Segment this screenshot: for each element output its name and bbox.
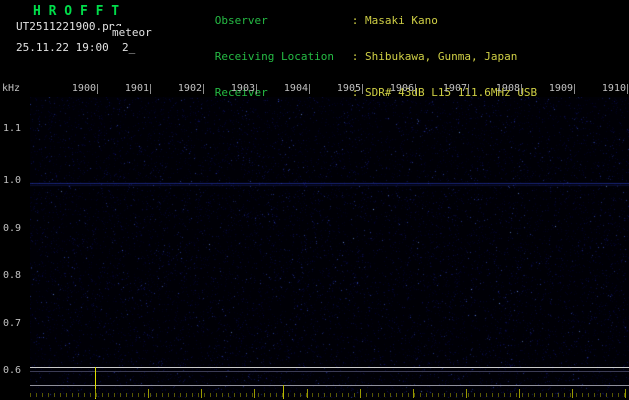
- spectrogram-canvas: [30, 97, 629, 398]
- level-strip-lower-line: [30, 385, 629, 386]
- hrofft-screen: H R O F F T UT2511221900.png meteor 25.1…: [0, 0, 629, 400]
- level-strip-inner-line: [30, 371, 629, 372]
- info-row-observer: Observer: Masaki Kano: [175, 3, 570, 39]
- x-tick-mark: [97, 84, 98, 94]
- datetime-label: 25.11.22 19:00: [16, 41, 109, 54]
- mode-label: meteor: [111, 26, 152, 39]
- y-axis-unit: kHz: [2, 83, 20, 94]
- filename-label: UT2511221900.png: [16, 20, 122, 33]
- y-tick-label: 0.7: [3, 318, 29, 329]
- x-tick-label: 1900: [66, 83, 96, 94]
- app-title: H R O F F T: [33, 4, 119, 19]
- bottom-dash-ticks: [30, 393, 629, 397]
- y-tick-label: 1.0: [3, 175, 29, 186]
- x-tick-label: 1901: [119, 83, 149, 94]
- x-tick-mark: [627, 84, 628, 94]
- info-label: Observer: [215, 15, 352, 27]
- y-tick-label: 0.8: [3, 270, 29, 281]
- counter-label: 2_: [122, 41, 135, 54]
- x-tick-label: 1910: [596, 83, 626, 94]
- y-tick-label: 0.9: [3, 223, 29, 234]
- x-tick-mark: [150, 84, 151, 94]
- info-label: Receiving Location: [215, 51, 352, 63]
- info-value: : Shibukawa, Gunma, Japan: [352, 50, 518, 63]
- x-tick-mark: [574, 84, 575, 94]
- y-tick-label: 1.1: [3, 123, 29, 134]
- level-strip-top-line: [30, 367, 629, 368]
- y-tick-label: 0.6: [3, 365, 29, 376]
- info-value: : Masaki Kano: [352, 14, 438, 27]
- info-row-location: Receiving Location: Shibukawa, Gunma, Ja…: [175, 39, 570, 75]
